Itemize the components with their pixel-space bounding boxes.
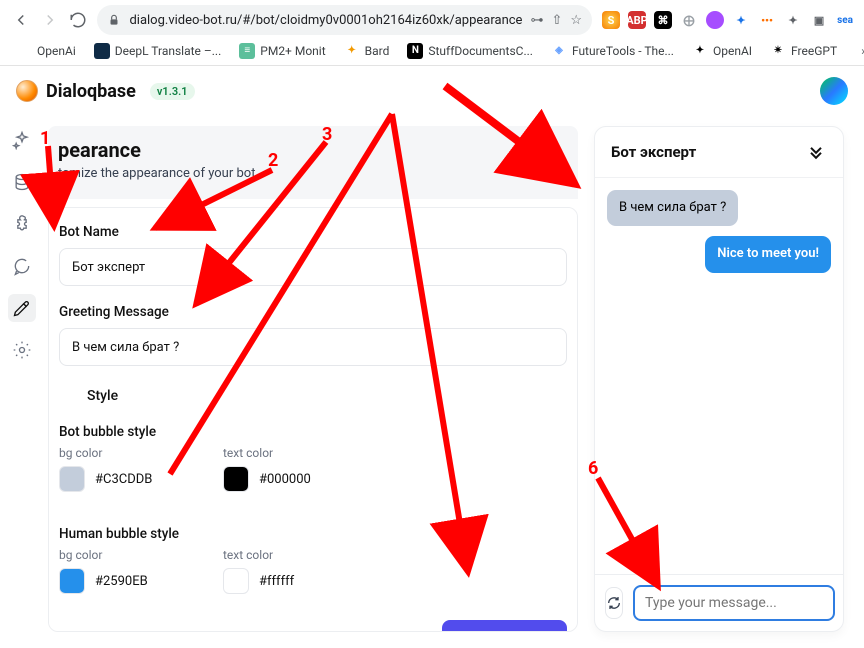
extensions-tray: S ABP ⌘ ⨁ ✦ ••• ✦ ▣ sea [602, 11, 854, 29]
puzzle-icon[interactable] [8, 210, 36, 238]
bookmark-label: OpenAi [37, 44, 76, 58]
preview-title: Бот эксперт [611, 143, 696, 161]
ext-icon[interactable]: sea [836, 11, 854, 29]
bookmark-item[interactable]: ≡ PM2+ Monit [233, 41, 331, 61]
ext-icon[interactable]: ABP [628, 11, 646, 29]
ext-icon[interactable] [706, 11, 724, 29]
human-bubble-title: Human bubble style [59, 526, 567, 542]
bookmark-label: StuffDocumentsC... [428, 44, 533, 58]
back-icon[interactable] [12, 10, 30, 30]
human-bg-swatch[interactable] [59, 568, 85, 594]
share-icon[interactable]: ⇧ [551, 13, 562, 28]
address-bar[interactable]: dialog.video-bot.ru/#/bot/cloidmy0v0001o… [97, 5, 592, 35]
form-card: Bot Name Greeting Message Style Bot bubb… [48, 207, 578, 632]
brand-name: Dialoqbase [46, 81, 136, 102]
save-button[interactable]: Save Changes [442, 620, 567, 632]
version-pill: v1.3.1 [150, 83, 195, 100]
bookmark-item[interactable]: OpenAi [10, 41, 82, 61]
avatar[interactable] [820, 77, 848, 105]
bg-color-caption: bg color [59, 548, 179, 562]
greeting-label: Greeting Message [59, 304, 567, 320]
settings-icon[interactable] [8, 336, 36, 364]
bot-bubble-style: Bot bubble style bg color #C3CDDB text [59, 424, 567, 492]
page-header: pearance tomize the appearance of your b… [48, 126, 578, 199]
sidebar [0, 66, 44, 648]
sparkles-icon[interactable] [8, 126, 36, 154]
bookmark-label: OpenAI [713, 44, 752, 58]
preview-human-bubble: Nice to meet you! [705, 236, 831, 272]
preview-bot-bubble: В чем сила брат ? [607, 190, 738, 226]
bot-bg-code: #C3CDDB [95, 472, 152, 487]
brand-logo-icon [16, 80, 38, 102]
app-topbar: Dialoqbase v1.3.1 [0, 66, 864, 116]
favicon: ✴ [770, 43, 786, 59]
human-bg-code: #2590EB [95, 574, 148, 589]
favicon [16, 43, 32, 59]
ext-icon[interactable]: ⨁ [680, 11, 698, 29]
lock-icon [107, 13, 121, 27]
text-color-caption: text color [223, 446, 343, 460]
browser-toolbar: dialog.video-bot.ru/#/bot/cloidmy0v0001o… [0, 0, 864, 38]
favicon: ✦ [344, 43, 360, 59]
greeting-input[interactable] [59, 328, 567, 366]
bookmark-item[interactable]: ✦ OpenAI [686, 41, 758, 61]
bot-text-code: #000000 [259, 472, 311, 487]
extensions-icon[interactable]: ✦ [784, 11, 802, 29]
favicon [94, 43, 110, 59]
chat-icon[interactable] [8, 252, 36, 280]
preview-card: Бот эксперт В чем сила брат ? Nice to me… [594, 126, 844, 632]
ext-icon[interactable]: ••• [758, 11, 776, 29]
bookmark-item[interactable]: DeepL Translate –... [88, 41, 228, 61]
key-icon: ⊶ [530, 13, 543, 28]
bookmark-item[interactable]: N StuffDocumentsC... [401, 41, 539, 61]
ext-icon[interactable]: S [602, 11, 620, 29]
star-icon[interactable]: ☆ [570, 13, 582, 28]
bot-text-swatch[interactable] [223, 466, 249, 492]
human-text-code: #ffffff [259, 574, 294, 589]
window-icon[interactable]: ▣ [810, 11, 828, 29]
ext-icon[interactable]: ⌘ [654, 11, 672, 29]
favicon: ≡ [239, 43, 255, 59]
human-text-swatch[interactable] [223, 568, 249, 594]
bookmark-label: FreeGPT [791, 44, 837, 58]
bookmark-label: PM2+ Monit [260, 44, 325, 58]
bot-bubble-title: Bot bubble style [59, 424, 567, 440]
bot-name-label: Bot Name [59, 224, 567, 240]
page-subtitle: tomize the appearance of your bot. [58, 166, 568, 181]
text-color-caption: text color [223, 548, 343, 562]
human-bubble-style: Human bubble style bg color #2590EB tex [59, 526, 567, 594]
bookmark-label: DeepL Translate –... [115, 44, 222, 58]
bookmark-item[interactable]: ◈ FutureTools - The... [545, 41, 680, 61]
bookmark-item[interactable]: ✦ Bard [338, 41, 396, 61]
favicon: N [407, 43, 423, 59]
url-text: dialog.video-bot.ru/#/bot/cloidmy0v0001o… [129, 13, 522, 28]
page-title: pearance [58, 138, 568, 162]
bookmark-label: FutureTools - The... [572, 44, 674, 58]
bookmark-item[interactable]: ✴ FreeGPT [764, 41, 843, 61]
favicon: ✦ [692, 43, 708, 59]
bot-bg-swatch[interactable] [59, 466, 85, 492]
favicon: ◈ [551, 43, 567, 59]
chevron-double-down-icon[interactable] [805, 141, 827, 163]
forward-icon[interactable] [40, 10, 58, 30]
bookmarks-bar: OpenAi DeepL Translate –... ≡ PM2+ Monit ✦ Ba… [0, 38, 864, 66]
database-icon[interactable] [8, 168, 36, 196]
chat-input[interactable] [633, 585, 835, 621]
reload-icon[interactable] [69, 10, 87, 30]
eyedropper-icon[interactable] [8, 294, 36, 322]
ext-icon[interactable]: ✦ [732, 11, 750, 29]
bookmark-label: Bard [365, 44, 390, 58]
style-header: Style [87, 388, 567, 404]
bookmarks-overflow[interactable]: » [855, 42, 864, 60]
bot-name-input[interactable] [59, 248, 567, 286]
bg-color-caption: bg color [59, 446, 179, 460]
brand[interactable]: Dialoqbase v1.3.1 [16, 80, 195, 102]
refresh-icon[interactable] [605, 587, 623, 619]
